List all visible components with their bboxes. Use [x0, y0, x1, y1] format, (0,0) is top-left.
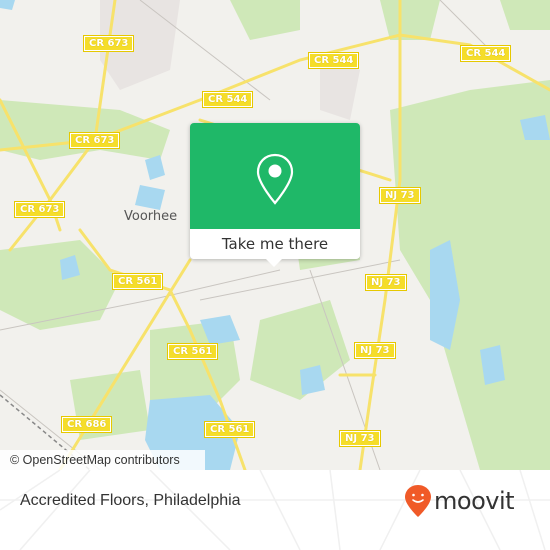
road-label: CR 544 — [307, 52, 360, 69]
road-label: CR 561 — [203, 421, 256, 438]
footer-bar: Accredited Floors, Philadelphia moovit — [0, 470, 550, 550]
town-label: Voorhee — [124, 209, 178, 224]
place-name: Accredited Floors, Philadelphia — [20, 492, 241, 509]
road-label: NJ 73 — [354, 342, 396, 359]
map-attribution[interactable]: © OpenStreetMap contributors — [0, 450, 205, 470]
map-pin-icon — [256, 153, 294, 205]
road-label: CR 673 — [13, 201, 66, 218]
road-label: NJ 73 — [365, 274, 407, 291]
road-label: NJ 73 — [379, 187, 421, 204]
brand-name: moovit — [434, 487, 515, 515]
road-label: CR 673 — [82, 35, 135, 52]
road-label: CR 561 — [166, 343, 219, 360]
popup-header — [190, 123, 360, 229]
take-me-there-button[interactable]: Take me there — [190, 229, 360, 259]
road-label: CR 673 — [68, 132, 121, 149]
road-label: CR 686 — [60, 416, 113, 433]
road-label: CR 544 — [201, 91, 254, 108]
moovit-logo[interactable]: moovit — [404, 484, 515, 518]
location-popup: Take me there — [190, 123, 360, 267]
road-label: NJ 73 — [339, 430, 381, 447]
map-view[interactable]: CR 673 CR 673 CR 673 CR 544 CR 544 CR 54… — [0, 0, 550, 470]
road-label: CR 561 — [111, 273, 164, 290]
popup-pointer — [266, 259, 282, 267]
road-label: CR 544 — [459, 45, 512, 62]
moovit-pin-icon — [405, 485, 431, 517]
